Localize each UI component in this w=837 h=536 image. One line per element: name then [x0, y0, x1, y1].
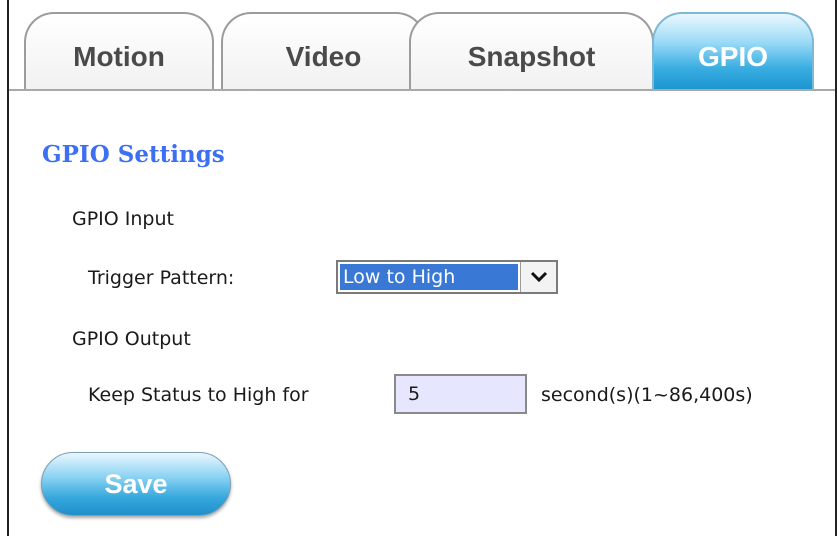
tab-snapshot[interactable]: Snapshot	[409, 12, 654, 91]
tab-video[interactable]: Video	[221, 12, 426, 91]
gpio-input-section-title: GPIO Input	[72, 208, 174, 230]
page-title: GPIO Settings	[42, 141, 225, 168]
save-button[interactable]: Save	[41, 452, 231, 516]
tab-bar: Motion Video Snapshot GPIO	[9, 0, 835, 91]
trigger-pattern-label: Trigger Pattern:	[88, 267, 235, 289]
keep-status-unit-label: second(s)(1~86,400s)	[541, 384, 753, 406]
gpio-output-section-title: GPIO Output	[72, 328, 191, 350]
trigger-pattern-select[interactable]: Low to High	[336, 260, 558, 294]
keep-status-seconds-field[interactable]: 5	[394, 374, 527, 414]
tab-motion[interactable]: Motion	[24, 12, 214, 91]
chevron-down-icon[interactable]	[520, 262, 556, 292]
tab-gpio[interactable]: GPIO	[652, 12, 814, 91]
keep-status-label: Keep Status to High for	[88, 384, 309, 406]
gpio-settings-panel: GPIO Settings GPIO Input Trigger Pattern…	[9, 91, 835, 536]
page-frame: Motion Video Snapshot GPIO GPIO Settings…	[7, 0, 837, 536]
trigger-pattern-selected-value: Low to High	[340, 264, 518, 290]
